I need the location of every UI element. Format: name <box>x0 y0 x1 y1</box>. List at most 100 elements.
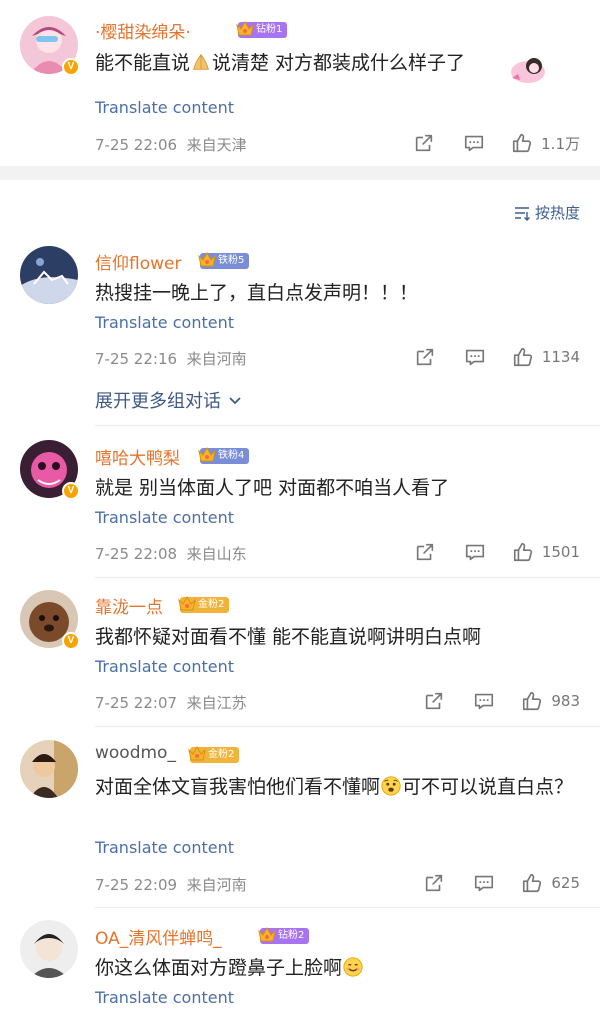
share-button[interactable] <box>414 346 436 368</box>
fan-badge: 钻粉2 <box>257 925 310 945</box>
comment-text: 能不能直说 说清楚 对方都装成什么样子了 <box>95 52 466 74</box>
comment-meta: 7-25 22:06 来自天津 <box>95 136 247 154</box>
chevron-down-icon <box>229 397 241 405</box>
sort-icon <box>514 206 530 221</box>
avatar[interactable] <box>20 920 78 978</box>
comment-meta: 7-25 22:07 来自江苏 <box>95 694 247 712</box>
expand-label: 展开更多组对话 <box>95 391 221 412</box>
crown-icon <box>197 250 217 270</box>
comment-icon <box>464 541 486 563</box>
avatar[interactable] <box>20 246 78 304</box>
share-button[interactable] <box>423 690 445 712</box>
like-button[interactable]: 625 <box>521 872 580 894</box>
reply-button[interactable] <box>464 346 486 368</box>
comment-text: 就是 别当体面人了吧 对面都不咱当人看了 <box>95 477 450 499</box>
sort-button[interactable]: 按热度 <box>513 202 580 223</box>
username[interactable]: woodmo_ <box>95 743 176 763</box>
reply-button[interactable] <box>473 690 495 712</box>
crown-icon <box>257 925 277 945</box>
reply-button[interactable] <box>463 132 485 154</box>
comment-actions: 1134 <box>414 346 580 368</box>
share-button[interactable] <box>413 132 435 154</box>
like-icon <box>521 872 543 894</box>
comment-actions: 1.1万 <box>413 132 580 154</box>
verified-v-icon: V <box>62 632 80 650</box>
fan-badge: 铁粉4 <box>197 445 250 465</box>
expand-conversation-button[interactable]: 展开更多组对话 <box>95 387 243 413</box>
comment-meta: 7-25 22:08 来自山东 <box>95 545 247 563</box>
like-icon <box>512 346 534 368</box>
like-button[interactable]: 1134 <box>512 346 580 368</box>
like-count: 625 <box>551 874 580 892</box>
scared-emoji-icon <box>381 776 401 796</box>
like-icon <box>521 690 543 712</box>
share-button[interactable] <box>414 541 436 563</box>
divider <box>95 907 600 908</box>
comment-icon <box>473 872 495 894</box>
verified-v-icon: V <box>62 58 80 76</box>
reply-button[interactable] <box>473 872 495 894</box>
comment-item: V 嘻哈大鸭梨 铁粉4 就是 别当体面人了吧 对面都不咱当人看了 Transla… <box>0 432 600 577</box>
like-count: 1134 <box>541 348 580 366</box>
comment-actions: 1501 <box>414 541 580 563</box>
divider <box>95 425 600 426</box>
comment-icon <box>464 346 486 368</box>
like-count: 1.1万 <box>541 134 580 153</box>
share-icon <box>414 346 436 368</box>
sort-label: 按热度 <box>534 204 580 222</box>
crown-icon <box>197 445 217 465</box>
comment-item: woodmo_ 金粉2 对面全体文盲我害怕他们看不懂啊 可不可以说直白点？ Tra… <box>0 732 600 907</box>
like-icon <box>512 541 534 563</box>
sticker-decoration <box>511 58 545 83</box>
translate-link[interactable]: Translate content <box>95 657 234 676</box>
comment-text: 热搜挂一晚上了，直白点发声明！！！ <box>95 282 419 304</box>
like-count: 1501 <box>541 543 580 561</box>
crown-icon <box>187 744 207 764</box>
fan-badge: 钻粉1 <box>235 19 288 39</box>
translate-link[interactable]: Translate content <box>95 98 234 117</box>
comment-actions: 983 <box>423 690 580 712</box>
divider <box>95 726 600 727</box>
pray-emoji-icon <box>193 53 209 70</box>
username[interactable]: ·樱甜染绵朵· <box>95 18 191 43</box>
crown-icon <box>235 19 255 39</box>
translate-link[interactable]: Translate content <box>95 313 234 332</box>
divider <box>95 577 600 578</box>
smile-emoji-icon <box>343 957 363 977</box>
share-icon <box>413 132 435 154</box>
comment-text: 对面全体文盲我害怕他们看不懂啊 可不可以说直白点？ <box>95 776 574 798</box>
comment-text: 我都怀疑对面看不懂 能不能直说啊讲明白点啊 <box>95 626 482 648</box>
share-icon <box>423 690 445 712</box>
section-separator <box>0 166 600 180</box>
username[interactable]: 信仰flower <box>95 249 181 274</box>
comment-text: 你这么体面对方蹬鼻子上脸啊 <box>95 953 364 983</box>
fan-badge: 铁粉5 <box>197 250 250 270</box>
comment-item: OA_清风伴蝉鸣_ 钻粉2 你这么体面对方蹬鼻子上脸啊 Translate co… <box>0 912 600 1010</box>
share-button[interactable] <box>423 872 445 894</box>
avatar[interactable] <box>20 740 78 798</box>
comment-icon <box>473 690 495 712</box>
comment-actions: 625 <box>423 872 580 894</box>
username[interactable]: OA_清风伴蝉鸣_ <box>95 924 222 949</box>
comment-item: V ·樱甜染绵朵· 钻粉1 能不能直说 说清楚 对方都装成什么样子了 Transl… <box>0 0 600 165</box>
like-button[interactable]: 983 <box>521 690 580 712</box>
translate-link[interactable]: Translate content <box>95 988 234 1007</box>
share-icon <box>423 872 445 894</box>
crown-icon <box>177 594 197 614</box>
translate-link[interactable]: Translate content <box>95 838 234 857</box>
like-button[interactable]: 1.1万 <box>511 132 580 154</box>
username[interactable]: 靠泷一点 <box>95 593 163 618</box>
like-icon <box>511 132 533 154</box>
comment-icon <box>463 132 485 154</box>
fan-badge: 金粉2 <box>177 594 230 614</box>
like-count: 983 <box>551 692 580 710</box>
comment-item: V 靠泷一点 金粉2 我都怀疑对面看不懂 能不能直说啊讲明白点啊 Transla… <box>0 582 600 724</box>
username[interactable]: 嘻哈大鸭梨 <box>95 444 180 469</box>
like-button[interactable]: 1501 <box>512 541 580 563</box>
fan-badge: 金粉2 <box>187 744 240 764</box>
verified-v-icon: V <box>62 482 80 500</box>
reply-button[interactable] <box>464 541 486 563</box>
share-icon <box>414 541 436 563</box>
translate-link[interactable]: Translate content <box>95 508 234 527</box>
comment-item: 信仰flower 铁粉5 热搜挂一晚上了，直白点发声明！！！ Translate… <box>0 240 600 380</box>
